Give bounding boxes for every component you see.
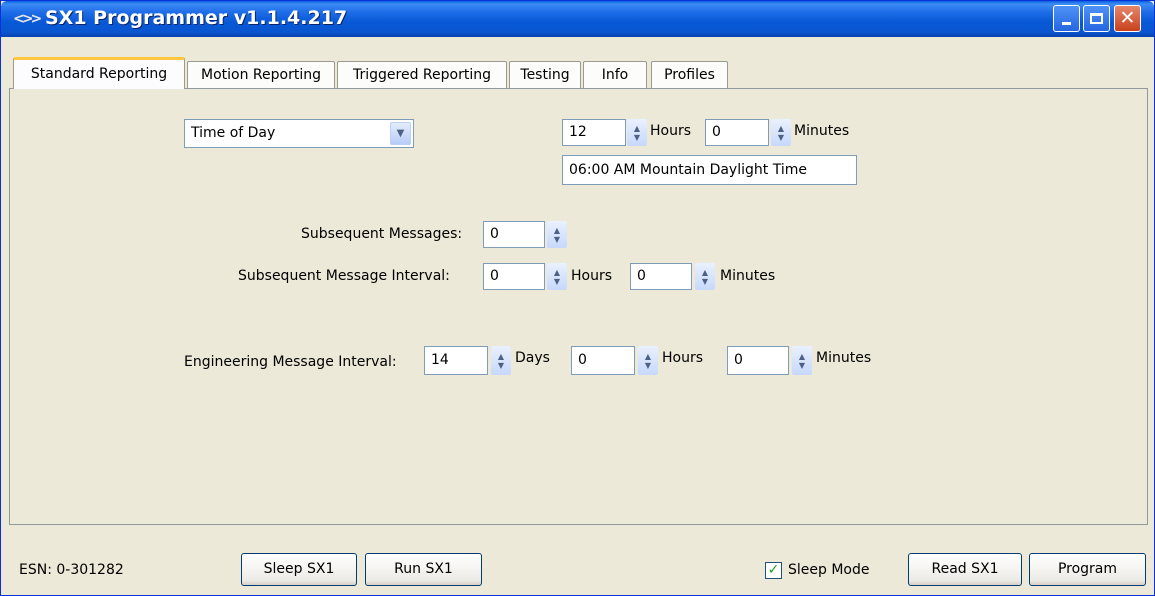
tab-motion-reporting[interactable]: Motion Reporting [187, 61, 335, 88]
subsequent-interval-label: Subsequent Message Interval: [238, 268, 450, 284]
engineering-days-input[interactable]: 14 [424, 346, 488, 375]
time-minutes-spinner[interactable]: ▲ ▼ [771, 119, 791, 146]
time-minutes-label: Minutes [794, 123, 850, 139]
subsequent-interval-hours-spinner[interactable]: ▲ ▼ [547, 263, 567, 290]
tab-testing[interactable]: Testing [509, 61, 581, 88]
subsequent-interval-hours-input[interactable]: 0 [483, 263, 545, 290]
subsequent-messages-input[interactable]: 0 [483, 221, 545, 248]
subsequent-messages-spinner[interactable]: ▲ ▼ [547, 221, 567, 248]
sleep-mode-label: Sleep Mode [788, 562, 870, 578]
title-bar[interactable]: <>> SX1 Programmer v1.1.4.217 ✕ [1, 1, 1154, 37]
engineering-minutes-input[interactable]: 0 [727, 346, 789, 375]
time-hours-input[interactable]: 12 [562, 119, 626, 146]
engineering-minutes-spinner[interactable]: ▲ ▼ [792, 346, 812, 375]
tab-triggered-reporting[interactable]: Triggered Reporting [337, 61, 507, 88]
engineering-hours-input[interactable]: 0 [571, 346, 635, 375]
tab-standard-reporting[interactable]: Standard Reporting [13, 57, 185, 89]
read-sx1-button[interactable]: Read SX1 [908, 553, 1022, 586]
maximize-icon [1090, 13, 1103, 24]
engineering-hours-label: Hours [662, 350, 704, 366]
time-display-field: 06:00 AM Mountain Daylight Time [562, 155, 857, 185]
app-icon: <>> [13, 11, 42, 27]
subsequent-interval-minutes-label: Minutes [720, 268, 776, 284]
maximize-button[interactable] [1083, 5, 1110, 32]
close-icon: ✕ [1119, 7, 1136, 29]
minimize-icon [1062, 22, 1071, 25]
tab-panel [9, 88, 1148, 525]
chevron-down-icon[interactable]: ▼ [390, 122, 411, 145]
engineering-days-spinner[interactable]: ▲ ▼ [491, 346, 511, 375]
program-button[interactable]: Program [1029, 553, 1146, 586]
time-hours-label: Hours [650, 123, 692, 139]
tab-info[interactable]: Info [583, 61, 647, 88]
report-mode-value: Time of Day [191, 125, 276, 141]
minimize-button[interactable] [1053, 5, 1080, 32]
subsequent-messages-label: Subsequent Messages: [301, 226, 463, 242]
sleep-sx1-button[interactable]: Sleep SX1 [241, 553, 357, 586]
subsequent-interval-hours-label: Hours [571, 268, 613, 284]
time-minutes-input[interactable]: 0 [705, 119, 769, 146]
run-sx1-button[interactable]: Run SX1 [365, 553, 482, 586]
engineering-minutes-label: Minutes [816, 350, 872, 366]
report-mode-select[interactable]: Time of Day ▼ [184, 119, 414, 148]
subsequent-interval-minutes-spinner[interactable]: ▲ ▼ [695, 263, 715, 290]
time-hours-spinner[interactable]: ▲ ▼ [627, 119, 647, 146]
engineering-days-label: Days [515, 350, 550, 366]
checkmark-icon: ✓ [767, 562, 780, 578]
esn-label: ESN: 0-301282 [19, 562, 124, 578]
close-button[interactable]: ✕ [1114, 5, 1141, 32]
app-window: <>> SX1 Programmer v1.1.4.217 ✕ Standard… [0, 0, 1155, 596]
engineering-interval-label: Engineering Message Interval: [184, 354, 397, 370]
window-title: SX1 Programmer v1.1.4.217 [45, 7, 348, 29]
tab-profiles[interactable]: Profiles [651, 61, 728, 88]
subsequent-interval-minutes-input[interactable]: 0 [630, 263, 692, 290]
sleep-mode-checkbox[interactable]: ✓ [765, 562, 782, 579]
engineering-hours-spinner[interactable]: ▲ ▼ [638, 346, 658, 375]
